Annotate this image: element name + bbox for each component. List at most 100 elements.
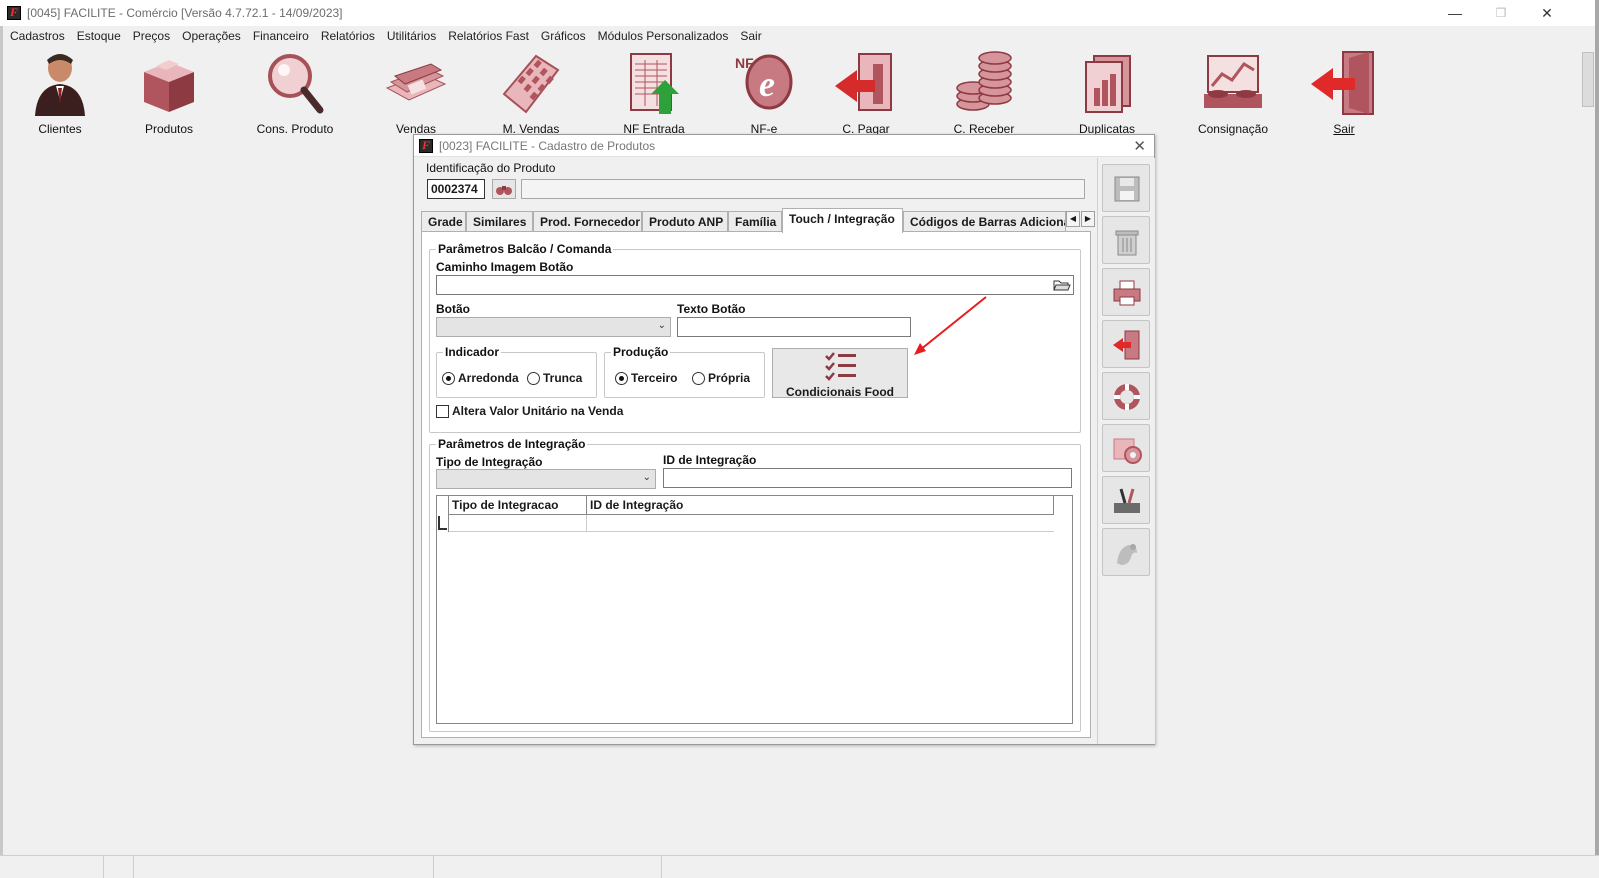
pets-icon: [1117, 544, 1137, 565]
radio-terceiro[interactable]: Terceiro: [615, 371, 677, 385]
save-icon: [1114, 176, 1140, 202]
tab-scroll-left-button[interactable]: ◀: [1066, 211, 1080, 227]
window-title: [0045] FACILITE - Comércio [Versão 4.7.7…: [27, 6, 343, 20]
grid-cell[interactable]: [449, 515, 587, 532]
folder-open-icon[interactable]: [1052, 277, 1072, 293]
dialog-title-bar: [0023] FACILITE - Cadastro de Produtos ✕: [414, 135, 1154, 157]
delete-button[interactable]: [1102, 216, 1150, 264]
id-integracao-label: ID de Integração: [663, 453, 757, 467]
tools-button[interactable]: [1102, 476, 1150, 524]
menu-precos[interactable]: Preços: [127, 27, 176, 45]
tab-grade[interactable]: Grade: [421, 211, 466, 232]
product-code-field[interactable]: 0002374: [427, 179, 485, 199]
radio-propria[interactable]: Própria: [692, 371, 750, 385]
integracao-grid[interactable]: Tipo de Integracao ID de Integração: [436, 495, 1073, 724]
menu-relatorios[interactable]: Relatórios: [315, 27, 381, 45]
save-button[interactable]: [1102, 164, 1150, 212]
caminho-field[interactable]: [436, 275, 1074, 295]
tools-icon: [1114, 488, 1140, 513]
trash-icon: [1115, 230, 1139, 256]
money-icon: [381, 50, 451, 116]
restore-button[interactable]: ❐: [1478, 0, 1524, 26]
svg-text:NF: NF: [735, 55, 754, 71]
id-integracao-field[interactable]: [663, 468, 1072, 488]
exit-button[interactable]: [1102, 320, 1150, 368]
tab-familia[interactable]: Família: [728, 211, 782, 232]
toolbar-consignacao[interactable]: Consignação: [1183, 48, 1283, 136]
dialog-title: [0023] FACILITE - Cadastro de Produtos: [439, 138, 656, 153]
altera-valor-checkbox[interactable]: Altera Valor Unitário na Venda: [436, 404, 623, 418]
menu-modulos-personalizados[interactable]: Módulos Personalizados: [592, 27, 735, 45]
toolbar-label: Clientes: [38, 122, 82, 136]
menu-operacoes[interactable]: Operações: [176, 27, 247, 45]
menu-relatorios-fast[interactable]: Relatórios Fast: [442, 27, 535, 45]
checkbox-box: [436, 404, 449, 418]
menu-cadastros[interactable]: Cadastros: [4, 27, 71, 45]
product-name-field[interactable]: [521, 179, 1085, 199]
chart-icon: [1198, 50, 1268, 116]
toolbar-label: Consignação: [1197, 122, 1269, 136]
user-icon: [25, 50, 95, 116]
app-logo-icon: [7, 5, 21, 20]
menu-graficos[interactable]: Gráficos: [535, 27, 592, 45]
tab-touch-integracao[interactable]: Touch / Integração: [782, 208, 903, 233]
radio-arredonda[interactable]: Arredonda: [442, 371, 519, 385]
toolbar-duplicatas[interactable]: Duplicatas: [1057, 48, 1157, 136]
botao-combo[interactable]: ⌄: [436, 317, 671, 337]
settings-button[interactable]: [1102, 424, 1150, 472]
toolbar-c-receber[interactable]: C. Receber: [934, 48, 1034, 136]
toolbar-produtos[interactable]: Produtos: [119, 48, 219, 136]
grid-header-id[interactable]: ID de Integração: [587, 496, 1054, 514]
toolbar-vendas[interactable]: Vendas: [366, 48, 466, 136]
radio-trunca[interactable]: Trunca: [527, 371, 582, 385]
box-icon: [134, 50, 204, 116]
menu-sair[interactable]: Sair: [734, 27, 767, 45]
status-bar: [0, 855, 1599, 878]
extra-button[interactable]: [1102, 528, 1150, 576]
print-button[interactable]: [1102, 268, 1150, 316]
help-button[interactable]: [1102, 372, 1150, 420]
close-button[interactable]: ✕: [1524, 0, 1570, 26]
grid-header-tipo[interactable]: Tipo de Integracao: [449, 496, 587, 514]
tab-produto-anp[interactable]: Produto ANP: [642, 211, 728, 232]
tipo-integracao-combo[interactable]: ⌄: [436, 469, 656, 489]
tab-similares[interactable]: Similares: [466, 211, 533, 232]
menu-estoque[interactable]: Estoque: [71, 27, 127, 45]
dialog-close-button[interactable]: ✕: [1133, 137, 1146, 155]
condicionais-food-label: Condicionais Food: [786, 385, 894, 399]
texto-botao-field[interactable]: [677, 317, 911, 337]
toolbar-clientes[interactable]: Clientes: [10, 48, 110, 136]
settings-icon: [1113, 438, 1142, 464]
tipo-integracao-label: Tipo de Integração: [436, 455, 543, 469]
nfe-icon: e NF: [729, 50, 799, 116]
tab-strip: Grade Similares Prod. Fornecedor Produto…: [421, 208, 1095, 233]
toolbar-nf-entrada[interactable]: NF Entrada: [604, 48, 704, 136]
tab-scroll-right-button[interactable]: ▶: [1081, 211, 1095, 227]
minimize-button[interactable]: —: [1432, 0, 1478, 26]
table-row[interactable]: [449, 514, 1054, 532]
toolbar-nf-e[interactable]: e NF NF-e: [714, 48, 814, 136]
radio-dot: [692, 371, 705, 385]
toolbar-scrollbar[interactable]: [1582, 52, 1594, 107]
tab-prod-fornecedor[interactable]: Prod. Fornecedor: [533, 211, 642, 232]
producao-legend: Produção: [611, 345, 671, 359]
toolbar-c-pagar[interactable]: C. Pagar: [816, 48, 916, 136]
status-segment: [434, 856, 662, 878]
toolbar-cons-produto[interactable]: Cons. Produto: [245, 48, 345, 136]
tab-codigos-barras[interactable]: Códigos de Barras Adicionais: [903, 211, 1066, 232]
condicionais-food-button[interactable]: Condicionais Food: [772, 348, 908, 399]
right-edge: [1595, 0, 1599, 877]
toolbar-sair[interactable]: Sair: [1294, 48, 1394, 136]
toolbar-m-vendas[interactable]: M. Vendas: [481, 48, 581, 136]
menu-financeiro[interactable]: Financeiro: [247, 27, 315, 45]
product-search-button[interactable]: [492, 179, 516, 199]
radio-label: Trunca: [543, 371, 583, 385]
menu-utilitarios[interactable]: Utilitários: [381, 27, 442, 45]
status-segment: [104, 856, 134, 878]
lifebuoy-icon: [1114, 384, 1140, 410]
radio-dot: [442, 371, 455, 385]
altera-valor-label: Altera Valor Unitário na Venda: [452, 404, 624, 418]
product-dialog: [0023] FACILITE - Cadastro de Produtos ✕…: [413, 134, 1155, 745]
title-bar: [0045] FACILITE - Comércio [Versão 4.7.7…: [0, 0, 1599, 26]
chevron-down-icon: ⌄: [657, 320, 666, 331]
